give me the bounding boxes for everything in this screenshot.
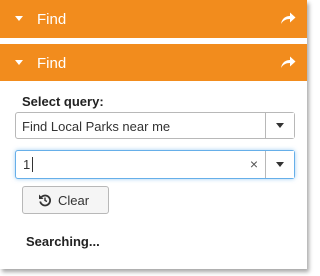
share-icon[interactable] [280, 11, 296, 25]
query-select-value: Find Local Parks near me [22, 119, 171, 134]
chevron-down-icon [276, 123, 284, 128]
caret-down-icon[interactable] [15, 60, 23, 65]
find-panel-header[interactable]: Find [0, 44, 307, 81]
query-dropdown-button[interactable] [265, 113, 294, 138]
search-input-value: 1 [23, 157, 31, 172]
text-cursor [32, 157, 33, 172]
find-panel-header-back[interactable]: Find [0, 0, 307, 38]
status-text: Searching... [26, 234, 100, 249]
undo-icon [39, 194, 51, 207]
panel-title: Find [37, 11, 67, 28]
select-query-label: Select query: [22, 94, 104, 109]
share-icon[interactable] [280, 55, 296, 69]
clear-button-label: Clear [58, 193, 90, 208]
caret-down-icon[interactable] [15, 16, 23, 21]
query-select[interactable]: Find Local Parks near me [15, 112, 295, 139]
panel-title: Find [37, 55, 67, 72]
clear-button[interactable]: Clear [22, 186, 109, 214]
search-dropdown-button[interactable] [265, 151, 294, 178]
search-input[interactable]: 1 × [15, 150, 295, 179]
chevron-down-icon [276, 162, 284, 167]
clear-input-icon[interactable]: × [250, 156, 258, 172]
